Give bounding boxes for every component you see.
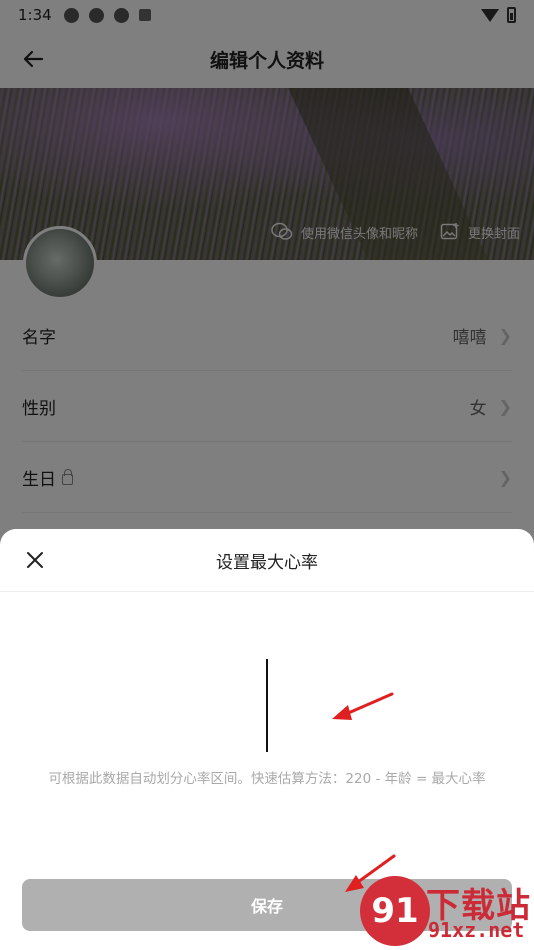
- watermark-badge: 91: [360, 876, 430, 946]
- close-icon[interactable]: [22, 547, 48, 573]
- text-cursor: [266, 659, 268, 752]
- sheet-header: 设置最大心率: [0, 529, 534, 592]
- watermark-logo: 91 下载站 91xz.net: [354, 870, 534, 950]
- watermark-url: 91xz.net: [428, 918, 525, 942]
- heart-rate-input[interactable]: [0, 659, 534, 754]
- sheet-title: 设置最大心率: [216, 552, 318, 573]
- hint-text: 可根据此数据自动划分心率区间。快速估算方法：220 - 年龄 = 最大心率: [48, 771, 486, 787]
